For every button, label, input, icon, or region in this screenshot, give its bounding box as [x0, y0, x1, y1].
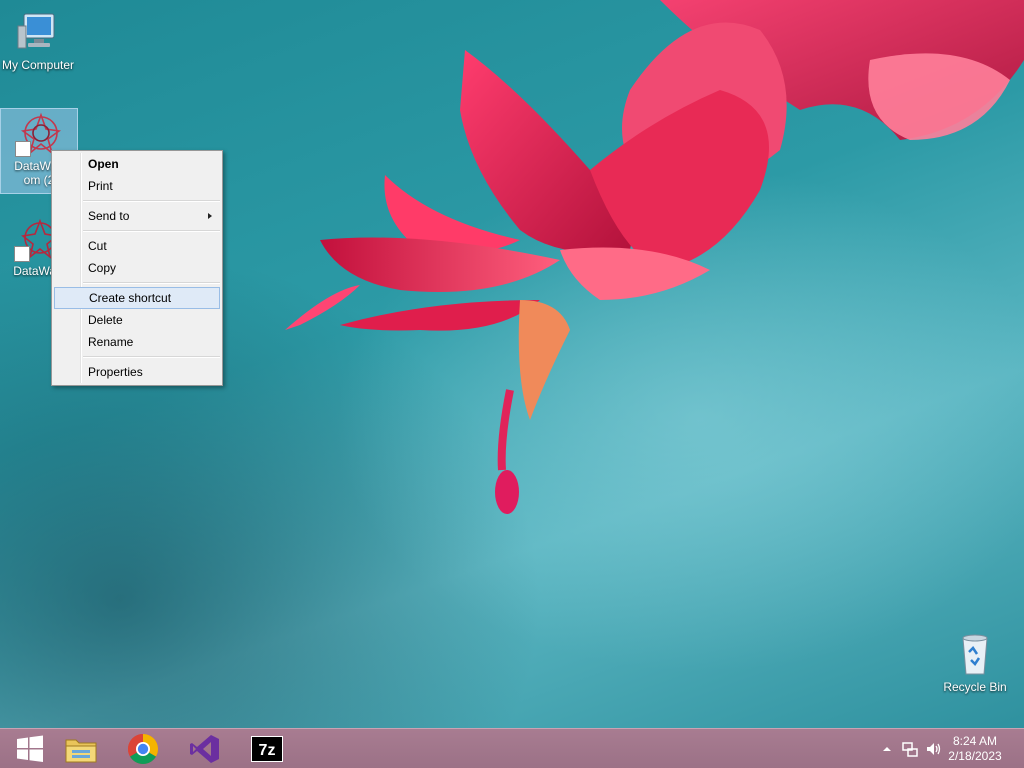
taskbar: 7z 8:24 AM 2/18/2023 — [0, 728, 1024, 768]
7zip-label: 7z — [259, 742, 276, 759]
menu-item-send-to[interactable]: Send to — [54, 205, 220, 227]
7zip-icon: 7z — [251, 736, 283, 762]
desktop-icon-label: Recycle Bin — [943, 680, 1007, 694]
desktop[interactable]: My Computer DataWag om (2 DataWag Recycl… — [0, 0, 1024, 768]
shortcut-arrow-icon — [14, 246, 30, 262]
taskbar-visual-studio-button[interactable] — [175, 729, 235, 768]
menu-separator — [83, 356, 220, 358]
desktop-icon-label-line2: om (2 — [23, 173, 55, 187]
menu-item-create-shortcut[interactable]: Create shortcut — [54, 287, 220, 309]
menu-item-label: Send to — [88, 209, 130, 223]
desktop-icon-recycle-bin[interactable]: Recycle Bin — [937, 630, 1013, 694]
taskbar-chrome-button[interactable] — [113, 729, 173, 768]
clock-date: 2/18/2023 — [948, 749, 1002, 763]
clock[interactable]: 8:24 AM 2/18/2023 — [940, 734, 1010, 764]
menu-item-properties[interactable]: Properties — [54, 361, 220, 383]
system-tray: 8:24 AM 2/18/2023 — [864, 729, 1024, 768]
menu-item-copy[interactable]: Copy — [54, 257, 220, 279]
start-icon — [17, 735, 43, 762]
menu-item-delete[interactable]: Delete — [54, 309, 220, 331]
menu-separator — [83, 200, 220, 202]
chrome-icon — [127, 734, 159, 765]
file-explorer-icon — [65, 739, 97, 763]
menu-item-print[interactable]: Print — [54, 175, 220, 197]
desktop-icon-label: My Computer — [1, 58, 75, 72]
computer-icon — [14, 8, 62, 56]
recycle-bin-icon — [951, 630, 999, 678]
menu-item-cut[interactable]: Cut — [54, 235, 220, 257]
visual-studio-icon — [190, 735, 219, 763]
context-menu: Open Print Send to Cut Copy Create short… — [51, 150, 223, 386]
show-hidden-icons-chevron-icon[interactable] — [882, 743, 892, 757]
clock-time: 8:24 AM — [952, 734, 998, 748]
taskbar-file-explorer-button[interactable] — [51, 729, 111, 768]
submenu-arrow-icon — [208, 213, 212, 219]
menu-separator — [83, 230, 220, 232]
shortcut-arrow-icon — [15, 141, 31, 157]
desktop-icon-my-computer[interactable]: My Computer — [0, 8, 76, 72]
menu-item-rename[interactable]: Rename — [54, 331, 220, 353]
menu-item-open[interactable]: Open — [54, 153, 220, 175]
menu-separator — [83, 282, 220, 284]
taskbar-7zip-button[interactable]: 7z — [237, 729, 297, 768]
network-icon[interactable] — [902, 741, 918, 760]
